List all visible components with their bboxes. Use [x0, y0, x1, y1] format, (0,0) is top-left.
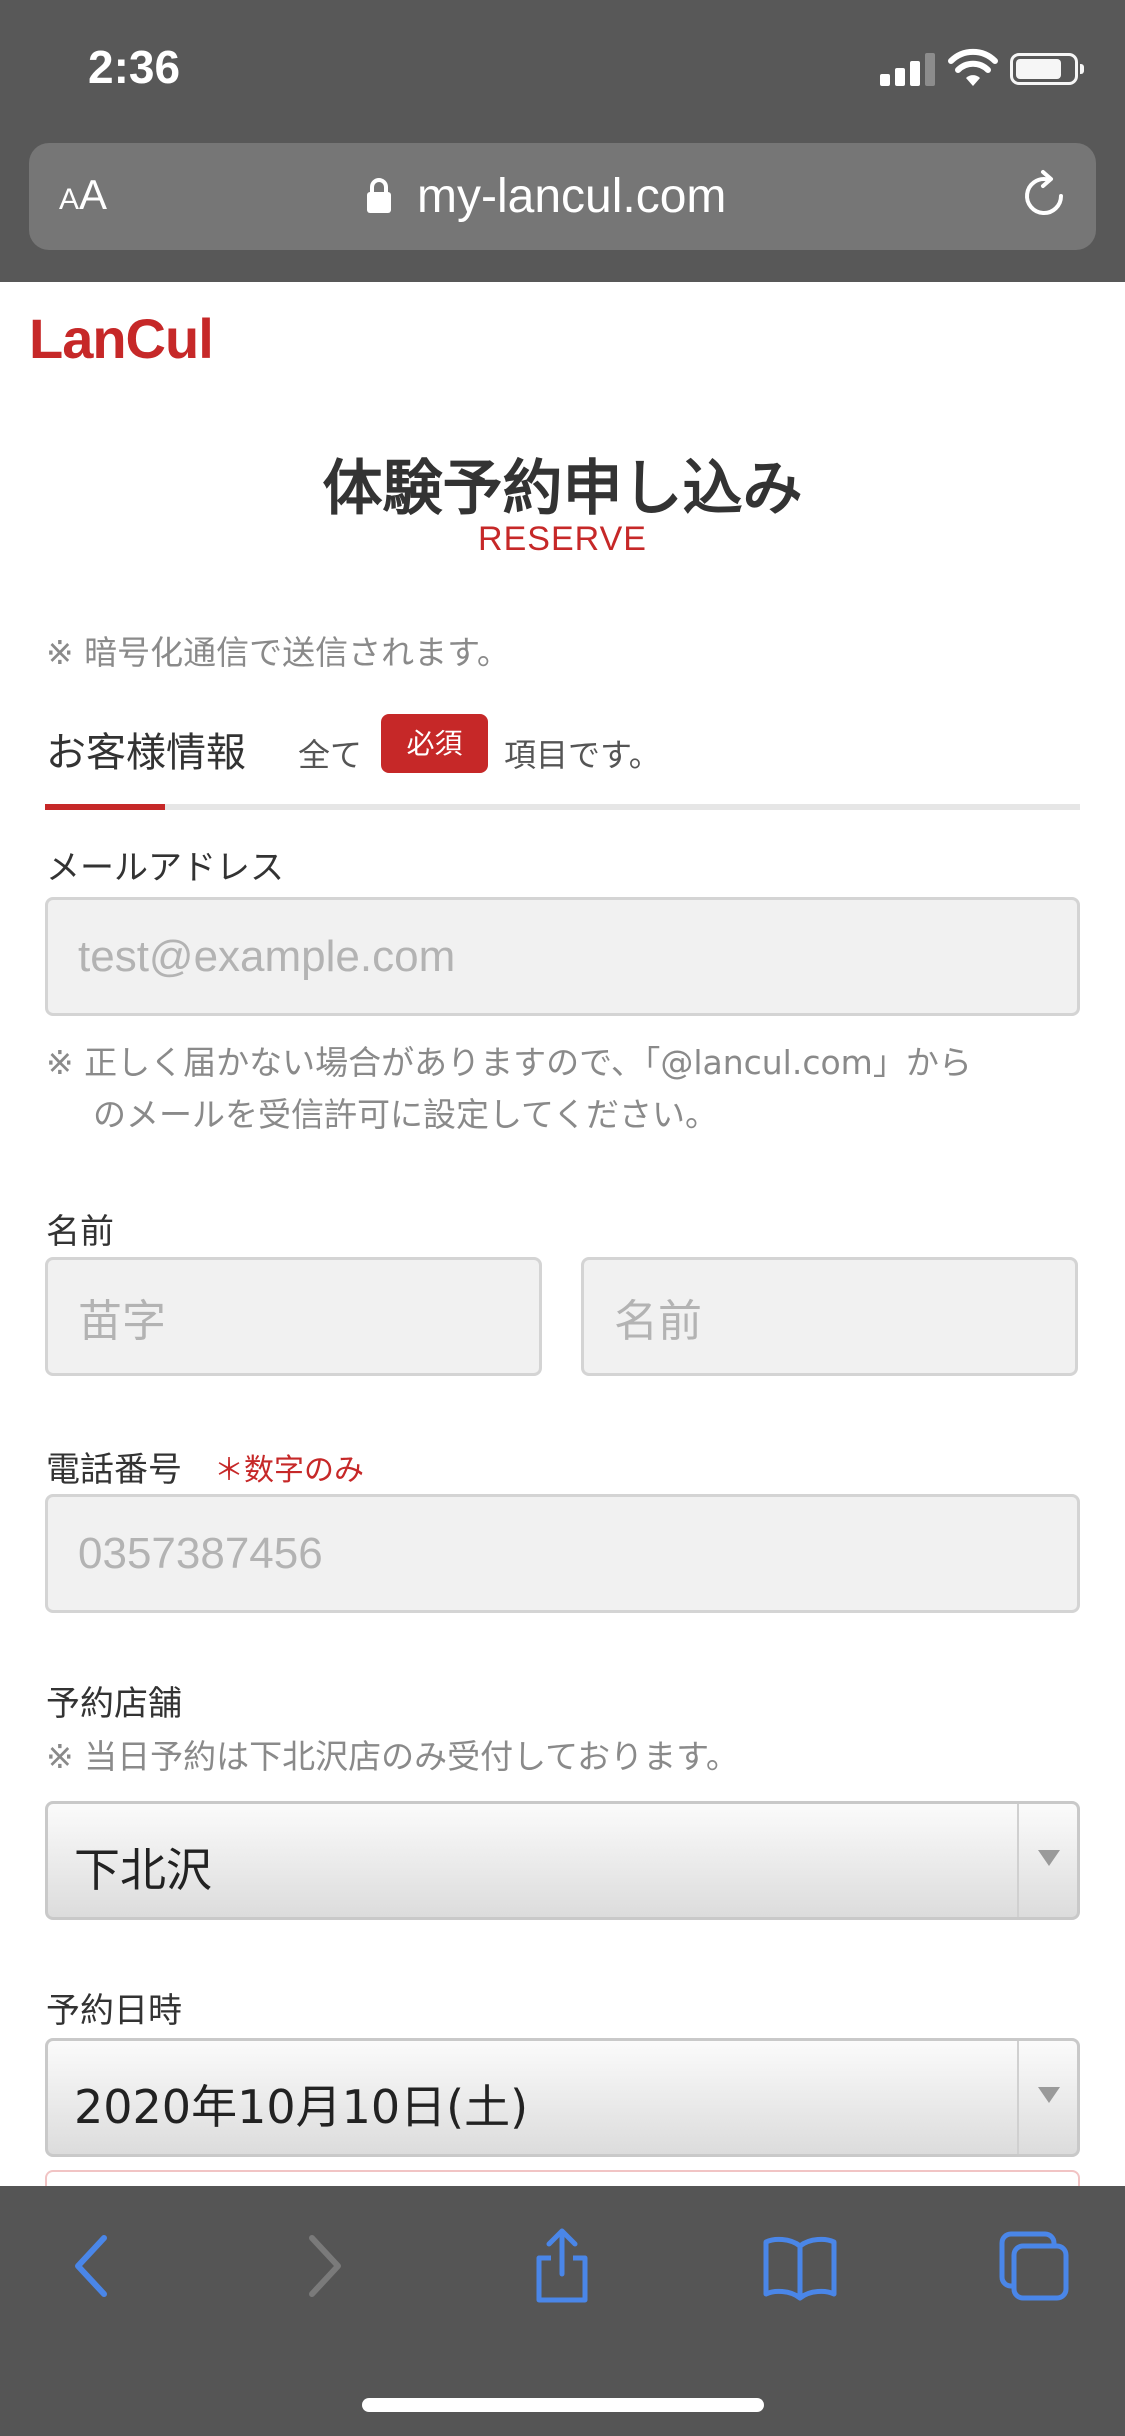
chevron-down-icon: [1038, 2087, 1060, 2103]
share-icon[interactable]: [527, 2228, 597, 2304]
address-bar[interactable]: AA my-lancul.com: [29, 143, 1096, 250]
tabs-icon[interactable]: [996, 2228, 1072, 2304]
page-title: 体験予約申し込み: [322, 454, 803, 524]
active-tab-indicator: [45, 804, 165, 810]
last-name-field[interactable]: 苗字: [45, 1257, 542, 1376]
required-badge: 必須: [381, 714, 488, 773]
store-select-arrow[interactable]: [1017, 1804, 1077, 1917]
cellular-signal-icon: [880, 52, 936, 86]
datetime-select[interactable]: 2020年10月10日(土): [45, 2038, 1080, 2157]
tab-divider: [45, 804, 1080, 810]
store-label: 予約店舗: [46, 1684, 182, 1724]
encryption-note: ※ 暗号化通信で送信されます。: [46, 633, 510, 672]
back-icon[interactable]: [56, 2228, 126, 2304]
forward-icon[interactable]: [290, 2228, 360, 2304]
lock-icon: [367, 178, 391, 213]
browser-top-chrome: 2:36 AA my-lancul.com: [0, 0, 1125, 282]
wifi-icon: [948, 48, 998, 86]
home-indicator[interactable]: [362, 2398, 764, 2412]
lancul-logo[interactable]: LanCul: [29, 306, 214, 371]
store-select-value: 下北沢: [74, 1843, 212, 1897]
first-name-field[interactable]: 名前: [581, 1257, 1078, 1376]
email-field[interactable]: test@example.com: [45, 897, 1080, 1016]
phone-label: 電話番号: [46, 1450, 182, 1490]
phone-digits-only-note: ＊数字のみ: [214, 1453, 364, 1488]
email-note-line1: ※ 正しく届かない場合がありますので、「@lancul.com」から: [46, 1043, 972, 1082]
phone-field[interactable]: 0357387456: [45, 1494, 1080, 1613]
page-subtitle: RESERVE: [478, 520, 647, 558]
datetime-select-value: 2020年10月10日(土): [74, 2080, 529, 2134]
reload-icon[interactable]: [1017, 169, 1071, 223]
store-note: ※ 当日予約は下北沢店のみ受付しております。: [46, 1737, 739, 1776]
email-label: メールアドレス: [46, 848, 284, 888]
url-text[interactable]: my-lancul.com: [417, 169, 726, 224]
battery-level: [1016, 59, 1061, 79]
datetime-select-arrow[interactable]: [1017, 2041, 1077, 2154]
name-label: 名前: [46, 1212, 114, 1252]
required-prefix-text: 全て: [298, 736, 363, 774]
chevron-down-icon: [1038, 1850, 1060, 1866]
status-time: 2:36: [88, 41, 181, 93]
email-note-line2: のメールを受信許可に設定してください。: [93, 1095, 719, 1134]
bookmarks-icon[interactable]: [760, 2228, 840, 2304]
required-suffix-text: 項目です。: [504, 736, 661, 774]
battery-icon: [1010, 53, 1084, 85]
tab-customer-info[interactable]: お客様情報: [46, 720, 246, 778]
store-select[interactable]: 下北沢: [45, 1801, 1080, 1920]
text-size-button[interactable]: AA: [59, 171, 107, 221]
datetime-label: 予約日時: [46, 1991, 182, 2031]
